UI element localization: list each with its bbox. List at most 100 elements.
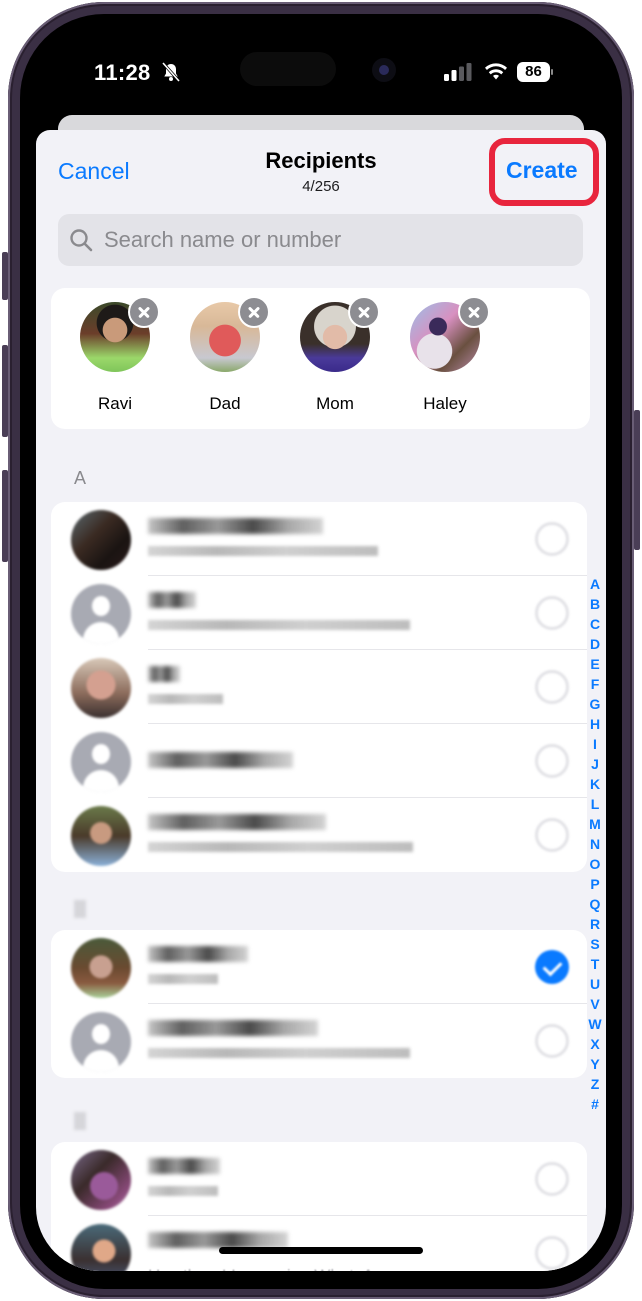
select-radio[interactable] (535, 522, 569, 556)
index-letter[interactable]: A (586, 574, 604, 594)
index-letter[interactable]: # (586, 1094, 604, 1114)
index-letter[interactable]: X (586, 1034, 604, 1054)
index-letter[interactable]: P (586, 874, 604, 894)
front-camera (372, 58, 396, 82)
search-bar[interactable] (58, 214, 583, 266)
index-letter[interactable]: E (586, 654, 604, 674)
home-indicator[interactable] (219, 1247, 423, 1254)
avatar (71, 510, 131, 570)
select-radio[interactable] (535, 1024, 569, 1058)
contact-group-a (51, 502, 587, 872)
section-header-obscured (74, 1112, 86, 1130)
index-letter[interactable]: Q (586, 894, 604, 914)
index-letter[interactable]: K (586, 774, 604, 794)
index-letter[interactable]: F (586, 674, 604, 694)
close-icon[interactable] (458, 296, 490, 328)
contact-row[interactable] (51, 798, 587, 872)
avatar (71, 1150, 131, 1210)
chip-name: Haley (423, 394, 467, 413)
index-letter[interactable]: M (586, 814, 604, 834)
contact-status-obscured (148, 694, 223, 704)
selected-chip-ravi[interactable]: Ravi (73, 296, 163, 422)
search-input[interactable] (104, 214, 564, 266)
contact-row[interactable] (51, 1142, 587, 1216)
select-radio-checked[interactable] (535, 950, 569, 984)
contact-row[interactable] (51, 576, 587, 650)
chip-name: Dad (209, 394, 241, 413)
dynamic-island (240, 52, 336, 86)
wifi-icon (485, 63, 507, 80)
index-letter[interactable]: T (586, 954, 604, 974)
contact-name-obscured (148, 592, 196, 608)
contact-row[interactable] (51, 930, 587, 1004)
section-header-obscured (74, 900, 86, 918)
index-letter[interactable]: B (586, 594, 604, 614)
battery-indicator: 86 (517, 62, 553, 82)
select-radio[interactable] (535, 818, 569, 852)
create-button[interactable]: Create (506, 157, 578, 184)
contact-row[interactable] (51, 724, 587, 798)
contact-row[interactable] (51, 502, 587, 576)
contact-row[interactable] (51, 1004, 587, 1078)
close-icon[interactable] (348, 296, 380, 328)
contact-row[interactable] (51, 650, 587, 724)
close-icon[interactable] (238, 296, 270, 328)
index-letter[interactable]: N (586, 834, 604, 854)
alphabet-index[interactable]: A B C D E F G H I J K L M N O P Q R S T … (586, 574, 604, 1114)
contact-name-obscured (148, 518, 323, 534)
selected-chip-dad[interactable]: Dad (183, 296, 273, 422)
contact-status-obscured (148, 1186, 218, 1196)
index-letter[interactable]: G (586, 694, 604, 714)
contact-group-b (51, 930, 587, 1078)
screen: 11:28 86 Cancel Recipients 4/256 Create … (36, 30, 606, 1271)
index-letter[interactable]: I (586, 734, 604, 754)
contact-name-obscured (148, 752, 293, 768)
avatar (71, 658, 131, 718)
index-letter[interactable]: S (586, 934, 604, 954)
avatar (71, 1224, 131, 1271)
contact-name-obscured (148, 946, 248, 962)
person-placeholder-icon (71, 584, 131, 644)
select-radio[interactable] (535, 670, 569, 704)
selected-chip-haley[interactable]: Haley (403, 296, 493, 422)
chip-name: Mom (316, 394, 354, 413)
battery-tip (551, 69, 553, 75)
index-letter[interactable]: Z (586, 1074, 604, 1094)
index-letter[interactable]: D (586, 634, 604, 654)
avatar (71, 806, 131, 866)
cellular-signal-icon (444, 63, 472, 81)
contact-status-obscured (148, 974, 218, 984)
chip-name: Ravi (97, 394, 132, 413)
index-letter[interactable]: V (586, 994, 604, 1014)
index-letter[interactable]: H (586, 714, 604, 734)
index-letter[interactable]: O (586, 854, 604, 874)
selected-recipients: Ravi Dad Mom Haley (51, 288, 590, 429)
section-header-a: A (74, 468, 87, 488)
index-letter[interactable]: J (586, 754, 604, 774)
status-bar: 11:28 86 (36, 30, 606, 120)
index-letter[interactable]: W (586, 1014, 604, 1034)
bell-slash-icon (161, 62, 181, 82)
avatar (71, 938, 131, 998)
contact-status: Hey there! I am using WhatsApp (148, 1266, 393, 1271)
select-radio[interactable] (535, 1236, 569, 1270)
index-letter[interactable]: U (586, 974, 604, 994)
index-letter[interactable]: Y (586, 1054, 604, 1074)
index-letter[interactable]: R (586, 914, 604, 934)
selected-chip-mom[interactable]: Mom (293, 296, 383, 422)
contact-name-obscured (148, 814, 326, 830)
select-radio[interactable] (535, 596, 569, 630)
close-icon[interactable] (128, 296, 160, 328)
contact-name-obscured (148, 1158, 220, 1174)
search-icon (70, 229, 93, 252)
select-radio[interactable] (535, 1162, 569, 1196)
select-radio[interactable] (535, 744, 569, 778)
recipients-sheet: Cancel Recipients 4/256 Create Ravi Dad (36, 130, 606, 1271)
contact-name-obscured (148, 1232, 288, 1248)
index-letter[interactable]: L (586, 794, 604, 814)
navigation-bar: Cancel Recipients 4/256 Create (36, 130, 606, 210)
contact-row[interactable]: Hey there! I am using WhatsApp (51, 1216, 587, 1271)
action-button (2, 252, 8, 300)
contact-name-obscured (148, 1020, 318, 1036)
index-letter[interactable]: C (586, 614, 604, 634)
